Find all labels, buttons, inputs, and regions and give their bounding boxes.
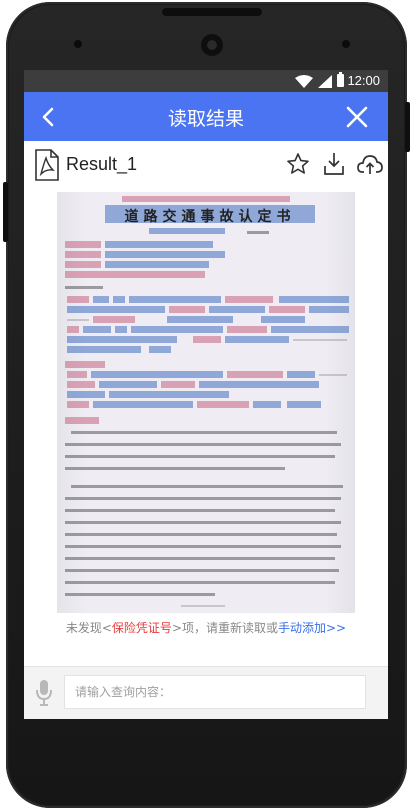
file-name: Result_1: [66, 154, 138, 174]
power-button: [405, 102, 410, 152]
missing-field-notice: 未发现<保险凭证号>项，请重新读取或手动添加>>: [24, 619, 388, 636]
volume-button: [3, 182, 8, 242]
screen: 12:00 读取结果 Result_1 道路交通事故认定书 未发现<保险凭证号>…: [24, 70, 388, 719]
notice-middle: >项，请重新读取或: [171, 621, 278, 635]
document-title: 道路交通事故认定书: [124, 209, 296, 225]
document-preview-area: 道路交通事故认定书: [24, 189, 388, 615]
cloud-upload-icon[interactable]: [357, 153, 383, 175]
app-bar: 读取结果: [24, 92, 388, 141]
query-input[interactable]: [64, 675, 366, 709]
pdf-file-icon: [35, 149, 59, 181]
microphone-icon[interactable]: [35, 679, 53, 707]
download-icon[interactable]: [322, 151, 346, 177]
sensor: [342, 40, 350, 48]
front-camera: [201, 34, 223, 56]
file-toolbar: Result_1: [24, 141, 388, 189]
query-bar: [24, 666, 388, 719]
close-button[interactable]: [344, 104, 370, 130]
speaker-grille: [162, 8, 262, 16]
notice-missing-field: 保险凭证号: [111, 621, 172, 635]
document-scan: 道路交通事故认定书: [57, 192, 355, 613]
sensor: [74, 40, 82, 48]
page-title: 读取结果: [167, 108, 244, 130]
wifi-icon: [295, 75, 313, 88]
notice-prefix: 未发现<: [65, 621, 112, 635]
star-icon[interactable]: [286, 152, 310, 176]
status-time: 12:00: [347, 73, 380, 88]
signal-icon: [318, 75, 332, 88]
close-icon: [346, 106, 368, 128]
document-title-highlight: 道路交通事故认定书: [105, 205, 315, 225]
battery-icon: [337, 72, 344, 87]
manual-add-link[interactable]: 手动添加>>: [278, 621, 346, 635]
status-bar: 12:00: [24, 70, 388, 92]
